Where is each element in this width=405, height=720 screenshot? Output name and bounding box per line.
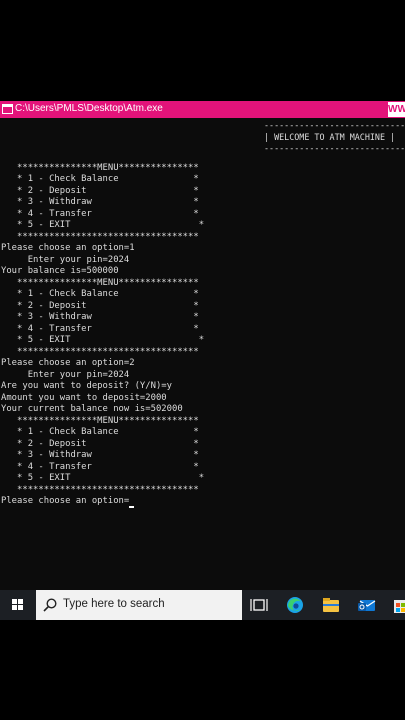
task-view-icon[interactable] (248, 594, 270, 616)
cut-off-logo: WW (388, 102, 405, 117)
mail-icon[interactable] (356, 594, 378, 616)
console-line: ***************MENU*************** (1, 277, 199, 288)
console-line: Enter your pin=2024 (1, 254, 130, 265)
console-line: * 5 - EXIT * (1, 473, 205, 483)
banner-welcome-text: | WELCOME TO ATM MACHINE | (264, 131, 396, 142)
banner-top-border: ---------------------------- (264, 120, 405, 130)
window-titlebar[interactable]: C:\Users\PMLS\Desktop\Atm.exe WW (0, 101, 405, 118)
console-line: Please choose an option=1 (1, 243, 135, 253)
start-button[interactable] (0, 590, 36, 620)
console-line: ********************************** (1, 346, 199, 357)
console-line: * 1 - Check Balance * (1, 289, 199, 299)
console-prompt: Please choose an option= (1, 496, 130, 506)
console-text: ***************MENU*************** * 1 -… (1, 151, 204, 508)
console-line: ********************************** (1, 484, 199, 495)
window-title: C:\Users\PMLS\Desktop\Atm.exe (15, 103, 163, 114)
console-line: ********************************** (1, 231, 199, 242)
console-app-icon (2, 104, 13, 114)
console-line: Your balance is=500000 (1, 266, 119, 276)
text-cursor (129, 505, 135, 508)
console-line: * 3 - Withdraw * (1, 312, 199, 322)
console-line: Enter your pin=2024 (1, 369, 130, 380)
console-output-area[interactable]: ---------------------------- | WELCOME T… (0, 118, 405, 590)
welcome-banner: ---------------------------- | WELCOME T… (264, 120, 405, 155)
console-line: * 4 - Transfer * (1, 461, 199, 472)
console-line: * 1 - Check Balance * (1, 427, 199, 437)
taskbar-search-box[interactable]: Type here to search (36, 590, 242, 620)
console-line: Your current balance now is=502000 (1, 404, 183, 414)
store-icon[interactable] (392, 594, 405, 616)
console-line: * 3 - Withdraw * (1, 450, 199, 460)
console-line: Amount you want to deposit=2000 (1, 392, 167, 403)
search-placeholder: Type here to search (63, 598, 165, 610)
letterbox-bottom (0, 620, 405, 720)
banner-bottom-border: ---------------------------- (264, 143, 405, 153)
console-line: * 2 - Deposit * (1, 300, 199, 311)
console-line: Are you want to deposit? (Y/N)=y (1, 381, 172, 391)
console-line: * 3 - Withdraw * (1, 197, 199, 207)
console-line: ***************MENU*************** (1, 415, 199, 426)
console-line: * 5 - EXIT * (1, 335, 205, 345)
console-line: * 4 - Transfer * (1, 208, 199, 219)
edge-browser-icon[interactable] (284, 594, 306, 616)
console-line: * 4 - Transfer * (1, 323, 199, 334)
console-line: * 2 - Deposit * (1, 438, 199, 449)
windows-logo-icon (12, 599, 24, 611)
console-line: * 1 - Check Balance * (1, 174, 199, 184)
console-line: ***************MENU*************** (1, 162, 199, 173)
console-line: Please choose an option=2 (1, 358, 135, 368)
file-explorer-icon[interactable] (320, 594, 342, 616)
console-line: * 2 - Deposit * (1, 185, 199, 196)
console-line: * 5 - EXIT * (1, 220, 205, 230)
search-icon (43, 598, 57, 612)
taskbar: Type here to search (0, 590, 405, 620)
